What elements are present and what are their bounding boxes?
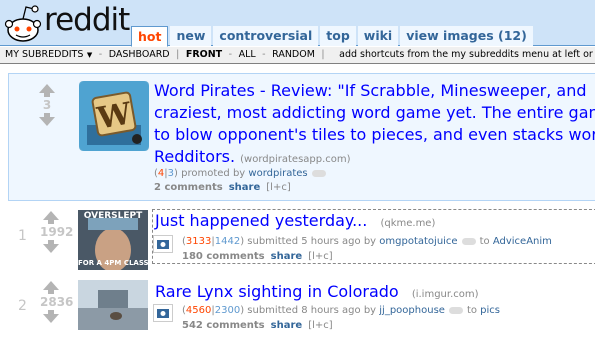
post-title-link[interactable]: Just happened yesterday... <box>155 211 367 230</box>
promoted-title-line[interactable]: Word Pirates - Review: "If Scrabble, Min… <box>154 80 595 102</box>
srbar-front[interactable]: FRONT <box>186 49 222 60</box>
meme-top-text: OVERSLEPT <box>83 211 143 221</box>
reddit-wordmark[interactable]: reddit <box>44 3 130 37</box>
upvote-count: 3133 <box>185 236 212 247</box>
tab-hot[interactable]: hot <box>131 26 169 47</box>
downvote-count: 2300 <box>214 305 241 316</box>
tab-top[interactable]: top <box>320 26 356 46</box>
expando-button[interactable] <box>153 304 173 322</box>
downvote-count: 3 <box>167 168 175 179</box>
post-domain[interactable]: (i.imgur.com) <box>412 289 479 300</box>
post-score: 2836 <box>40 295 74 309</box>
upvote-count: 4 <box>157 168 165 179</box>
author-link[interactable]: wordpirates <box>248 168 307 179</box>
author-link[interactable]: omgpotatojuice <box>379 236 457 247</box>
word-pirates-logo: W <box>79 81 149 151</box>
promoted-by-text: promoted by <box>181 168 246 179</box>
upvote-arrow-icon[interactable] <box>36 84 58 97</box>
post-domain[interactable]: (qkme.me) <box>380 218 435 229</box>
comments-link[interactable]: 542 comments <box>182 320 265 331</box>
promoted-buttons: 2 comments share [l+c] <box>154 181 291 195</box>
site-header: reddit hot new controversial top wiki view im… <box>0 0 595 47</box>
post-rank: 1 <box>18 228 27 244</box>
promoted-score: 3 <box>42 98 52 112</box>
srbar-all[interactable]: ALL <box>239 49 256 60</box>
chevron-down-icon[interactable]: ▼ <box>87 51 92 59</box>
friend-toggle-icon[interactable] <box>311 169 326 177</box>
image-expand-icon <box>157 240 169 249</box>
share-link[interactable]: share <box>229 182 261 193</box>
promoted-title-line[interactable]: Redditors. <box>154 147 235 166</box>
submitted-text: submitted 8 hours ago by <box>247 305 377 316</box>
share-link[interactable]: share <box>271 320 303 331</box>
promoted-domain[interactable]: (wordpiratesapp.com) <box>240 154 350 165</box>
tab-wiki[interactable]: wiki <box>357 26 399 46</box>
to-text: to <box>479 236 490 247</box>
my-subreddits-dropdown[interactable]: MY SUBREDDITS <box>5 49 83 60</box>
share-link[interactable]: share <box>271 251 303 262</box>
promoted-vote: 3 <box>36 84 58 126</box>
downvote-arrow-icon[interactable] <box>40 310 62 323</box>
upvote-count: 4560 <box>185 305 212 316</box>
friend-toggle-icon[interactable] <box>448 306 463 314</box>
srbar-hint: add shortcuts from the my subreddits men… <box>339 49 593 60</box>
downvote-arrow-icon[interactable] <box>40 240 62 253</box>
subreddit-link[interactable]: pics <box>480 305 500 316</box>
promoted-title-line[interactable]: to blow opponent's tiles to pieces, and … <box>154 124 595 146</box>
lc-link[interactable]: [l+c] <box>308 251 332 262</box>
friend-toggle-icon[interactable] <box>461 237 476 245</box>
promoted-tagline: (4|3) promoted by wordpirates <box>154 167 330 181</box>
post-thumbnail[interactable]: OVERSLEPT FOR A 4PM CLASS <box>78 210 148 270</box>
tab-new[interactable]: new <box>170 26 212 46</box>
subreddit-link[interactable]: AdviceAnim <box>493 236 552 247</box>
post-buttons: 180 comments share [l+c] <box>182 250 333 264</box>
author-link[interactable]: jj_poophouse <box>379 305 445 316</box>
downvote-count: 1442 <box>214 236 241 247</box>
comments-link[interactable]: 180 comments <box>182 251 265 262</box>
post-title-link[interactable]: Rare Lynx sighting in Colorado <box>155 282 399 301</box>
to-text: to <box>466 305 477 316</box>
srbar-random[interactable]: RANDOM <box>272 49 315 60</box>
post-buttons: 542 comments share [l+c] <box>182 319 333 333</box>
subreddit-bar: MY SUBREDDITS ▼ - DASHBOARD | FRONT - AL… <box>0 47 595 64</box>
promoted-title-line[interactable]: craziest, most addicting word game yet. … <box>154 102 595 124</box>
lc-link[interactable]: [l+c] <box>308 320 332 331</box>
srbar-dashboard[interactable]: DASHBOARD <box>109 49 170 60</box>
lc-link[interactable]: [l+c] <box>266 182 290 193</box>
downvote-arrow-icon[interactable] <box>36 113 58 126</box>
post-title: Rare Lynx sighting in Colorado (i.imgur.… <box>155 281 479 306</box>
promoted-link: 3 W Word Pirates - Review: "If Scrabble,… <box>8 73 595 201</box>
post-tagline: (3133|1442) submitted 5 hours ago by omg… <box>182 236 552 247</box>
expando-button[interactable] <box>153 235 173 253</box>
lynx-photo <box>78 280 148 330</box>
post-tagline: (4560|2300) submitted 8 hours ago by jj_… <box>182 305 501 316</box>
upvote-arrow-icon[interactable] <box>40 211 62 224</box>
post-thumbnail[interactable] <box>78 280 148 330</box>
reddit-alien-logo[interactable] <box>3 2 43 44</box>
comments-link[interactable]: 2 comments <box>154 182 223 193</box>
post-rank: 2 <box>18 298 27 314</box>
sort-tabs: hot new controversial top wiki view images (1… <box>131 26 535 47</box>
promoted-title[interactable]: Word Pirates - Review: "If Scrabble, Min… <box>154 80 595 171</box>
post-vote: 1992 <box>40 211 74 253</box>
tab-controversial[interactable]: controversial <box>213 26 319 46</box>
post-score: 1992 <box>40 225 74 239</box>
upvote-arrow-icon[interactable] <box>40 281 62 294</box>
post-vote: 2836 <box>40 281 74 323</box>
tab-view-images[interactable]: view images (12) <box>400 26 533 46</box>
post-title: Just happened yesterday... (qkme.me) <box>155 210 435 235</box>
meme-bottom-text: FOR A 4PM CLASS <box>78 259 148 267</box>
promoted-thumbnail[interactable]: W <box>79 81 149 151</box>
submitted-text: submitted 5 hours ago by <box>247 236 377 247</box>
image-expand-icon <box>157 309 169 318</box>
